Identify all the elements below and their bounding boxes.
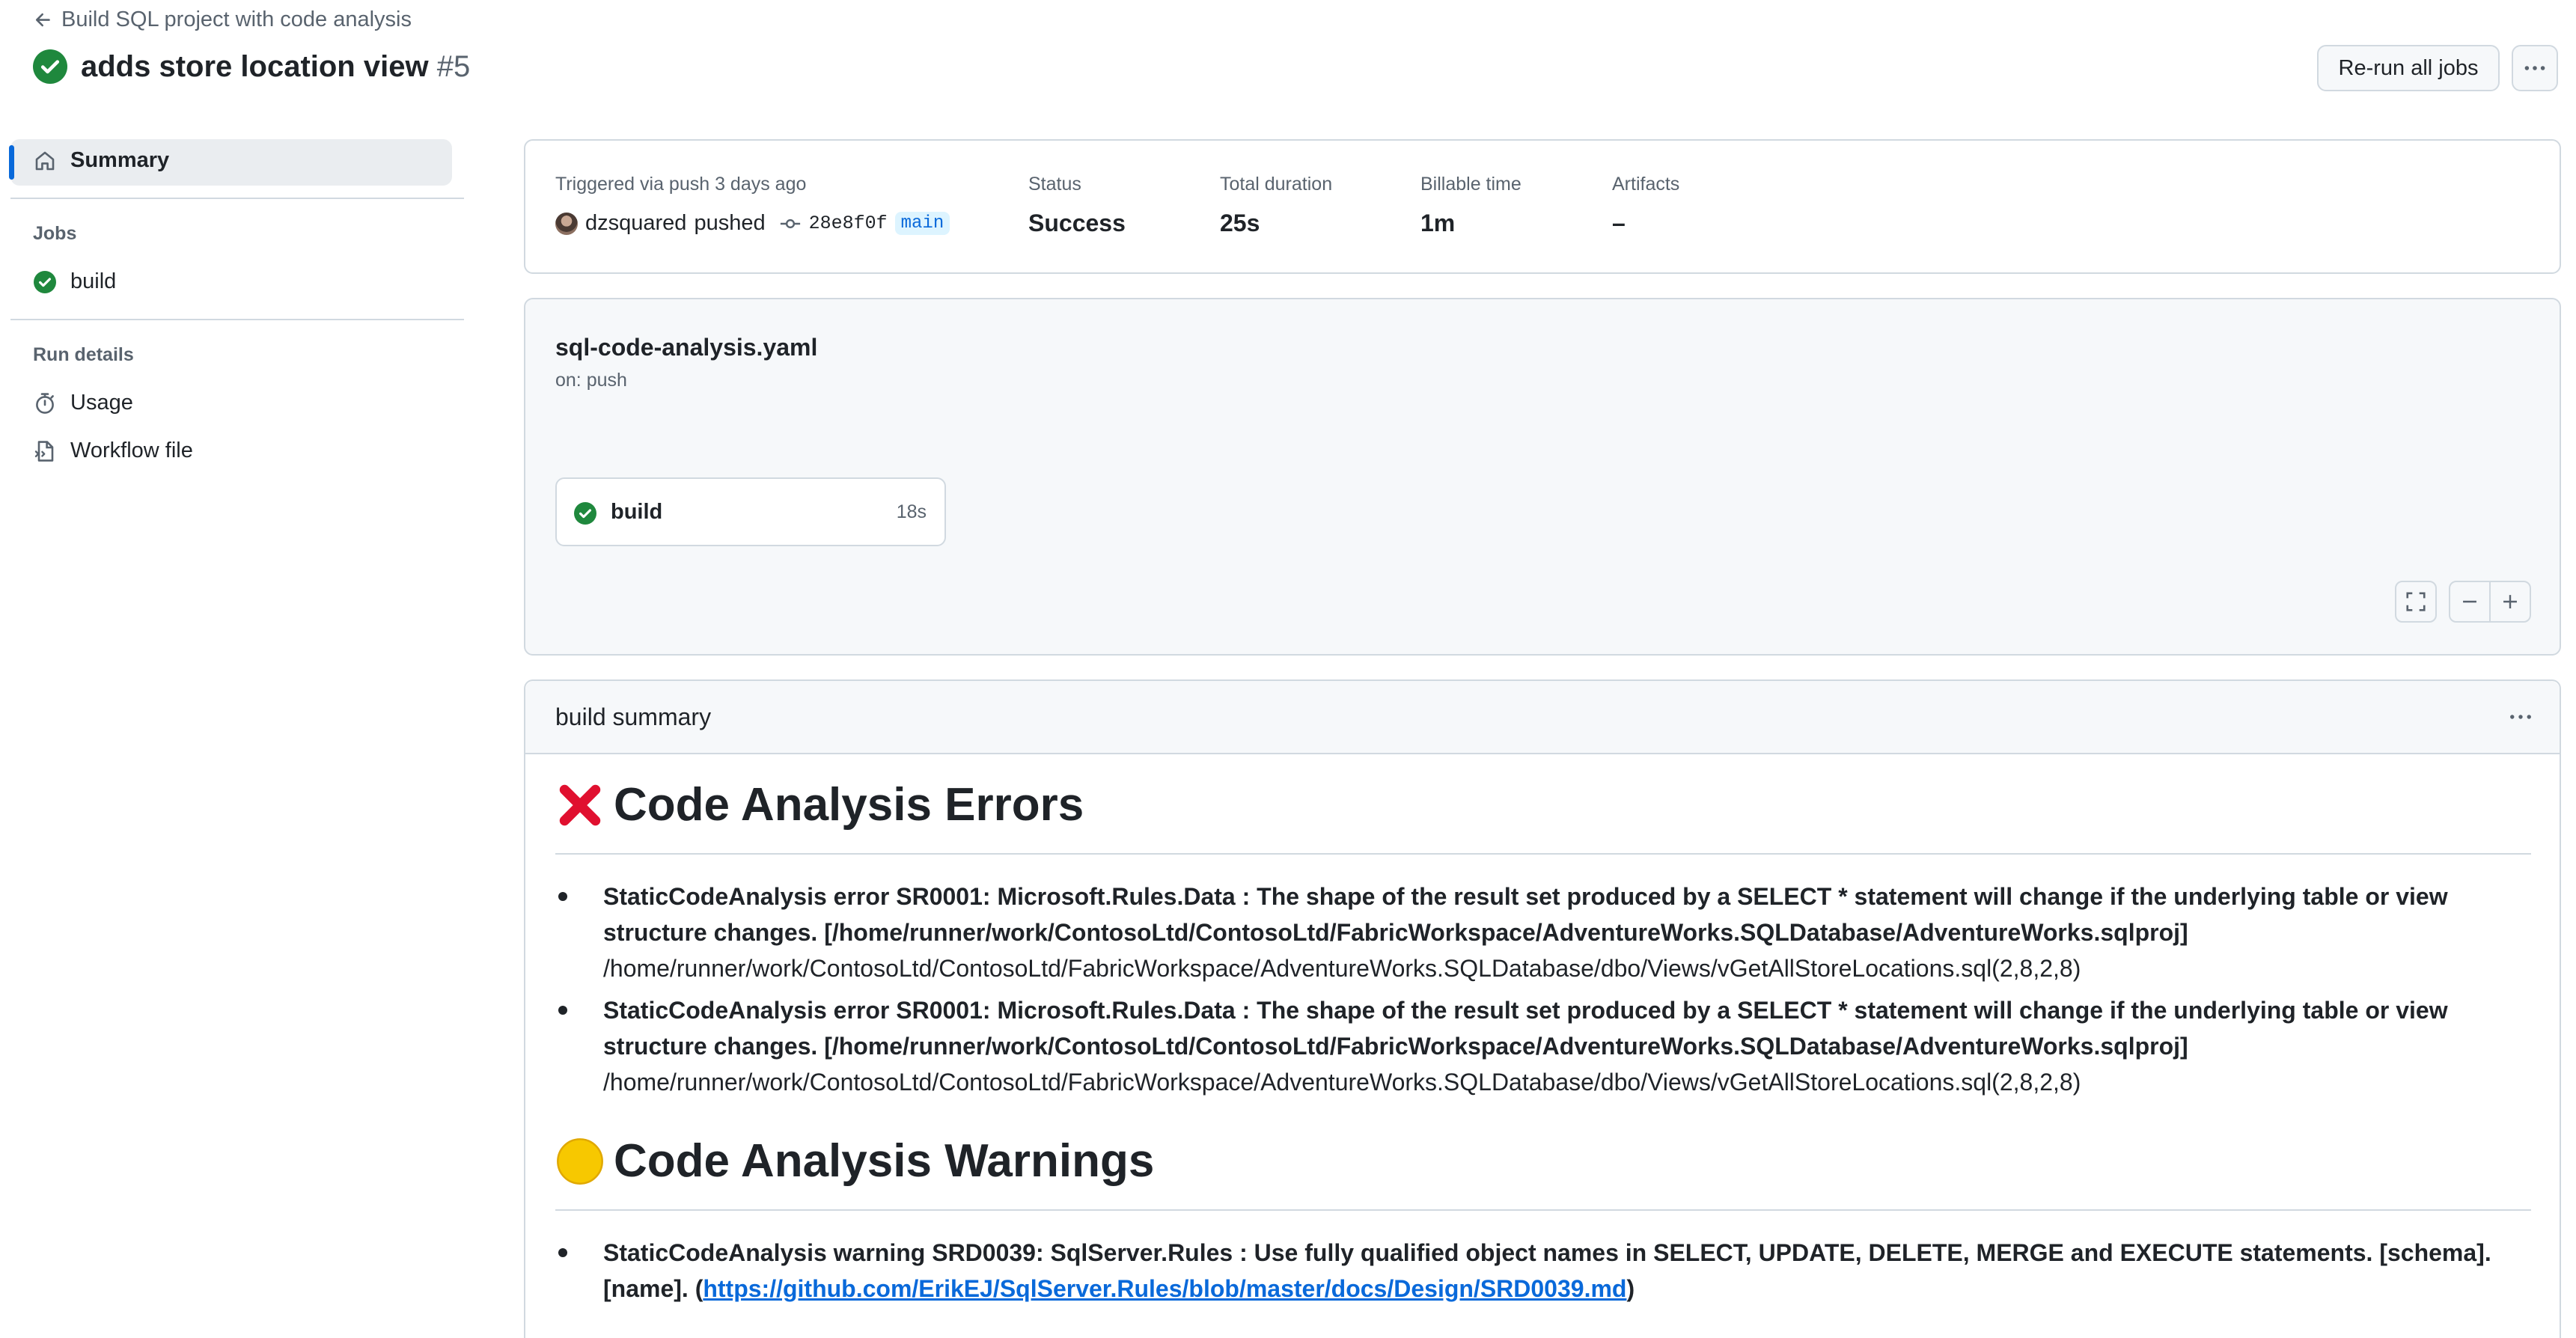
screen-full-icon bbox=[2406, 592, 2426, 611]
artifacts-value: – bbox=[1612, 210, 1626, 236]
warnings-heading-text: Code Analysis Warnings bbox=[614, 1135, 1155, 1187]
build-summary-card: build summary Code Analysis Errors Stati… bbox=[524, 679, 2561, 1338]
heading-divider bbox=[555, 1209, 2531, 1211]
sidebar-item-build[interactable]: build bbox=[33, 269, 116, 294]
bullet-dot bbox=[558, 892, 567, 901]
sidebar-divider bbox=[10, 319, 464, 320]
bullet-dot bbox=[558, 1248, 567, 1257]
yellow-circle-icon bbox=[557, 1137, 603, 1185]
bullet-dot bbox=[558, 1006, 567, 1015]
sidebar-item-usage[interactable]: Usage bbox=[33, 391, 133, 415]
sidebar-item-label: Usage bbox=[70, 391, 133, 415]
status-label: Status bbox=[1028, 174, 1081, 195]
fullscreen-button[interactable] bbox=[2395, 581, 2437, 623]
arrow-left-icon bbox=[35, 13, 50, 26]
stopwatch-icon bbox=[36, 392, 54, 414]
warning-tail: ) bbox=[1626, 1275, 1635, 1302]
actor-name[interactable]: dzsquared bbox=[585, 211, 686, 236]
trigger-action: pushed bbox=[694, 211, 766, 235]
trigger-detail: dzsquared pushed 28e8f0f main bbox=[555, 211, 950, 236]
more-options-button[interactable] bbox=[2512, 45, 2558, 91]
heading-divider bbox=[555, 853, 2531, 855]
duration-label: Total duration bbox=[1220, 174, 1333, 195]
check-circle-icon bbox=[33, 49, 67, 84]
billable-label: Billable time bbox=[1420, 174, 1522, 195]
trigger-label: Triggered via push 3 days ago bbox=[555, 174, 807, 195]
check-circle-icon bbox=[574, 502, 596, 525]
sidebar-active-indicator bbox=[9, 145, 14, 180]
page-title: adds store location view #5 bbox=[33, 49, 470, 84]
sidebar-item-label: Workflow file bbox=[70, 439, 193, 462]
list-item: StaticCodeAnalysis error SR0001: Microso… bbox=[603, 992, 2534, 1100]
summary-title: build summary bbox=[555, 703, 712, 730]
plus-icon bbox=[2503, 595, 2517, 608]
home-icon bbox=[35, 151, 55, 170]
zoom-in-button[interactable] bbox=[2489, 581, 2531, 623]
error-message: StaticCodeAnalysis error SR0001: Microso… bbox=[603, 997, 2448, 1060]
duration-value: 25s bbox=[1220, 210, 1260, 236]
error-message: StaticCodeAnalysis error SR0001: Microso… bbox=[603, 883, 2448, 946]
artifacts-label: Artifacts bbox=[1612, 174, 1680, 195]
summary-menu-button[interactable] bbox=[2501, 697, 2540, 736]
job-duration: 18s bbox=[896, 501, 927, 522]
rerun-all-jobs-button[interactable]: Re-run all jobs bbox=[2317, 45, 2500, 91]
run-title: adds store location view bbox=[81, 49, 429, 83]
sidebar-item-summary[interactable]: Summary bbox=[33, 148, 169, 173]
errors-heading: Code Analysis Errors bbox=[555, 778, 1084, 831]
file-code-icon bbox=[34, 440, 54, 462]
cross-mark-icon bbox=[559, 784, 601, 825]
sidebar-divider bbox=[10, 198, 464, 199]
list-item: StaticCodeAnalysis error SR0001: Microso… bbox=[603, 879, 2534, 986]
zoom-out-button[interactable] bbox=[2449, 581, 2491, 623]
job-name: build bbox=[611, 500, 663, 524]
commit-sha[interactable]: 28e8f0f bbox=[809, 213, 888, 234]
avatar bbox=[555, 212, 578, 235]
kebab-horizontal-icon bbox=[2524, 66, 2545, 70]
sidebar-heading-run-details: Run details bbox=[33, 344, 134, 365]
sidebar-heading-jobs: Jobs bbox=[33, 223, 77, 244]
billable-value[interactable]: 1m bbox=[1420, 210, 1455, 237]
rule-doc-link[interactable]: https://github.com/ErikEJ/SqlServer.Rule… bbox=[703, 1275, 1626, 1302]
warnings-heading: Code Analysis Warnings bbox=[555, 1134, 1154, 1188]
dash-icon bbox=[2463, 600, 2476, 603]
workflow-trigger: on: push bbox=[555, 370, 627, 391]
sidebar-item-label: build bbox=[70, 269, 117, 293]
back-link[interactable]: Build SQL project with code analysis bbox=[33, 7, 412, 32]
kebab-horizontal-icon bbox=[2510, 715, 2531, 719]
workflow-graph-card: sql-code-analysis.yaml on: push build 18… bbox=[524, 298, 2561, 656]
error-path: /home/runner/work/ContosoLtd/ContosoLtd/… bbox=[603, 955, 2081, 982]
run-number: #5 bbox=[436, 49, 471, 83]
workflow-file-name: sql-code-analysis.yaml bbox=[555, 334, 818, 361]
sidebar-item-workflow-file[interactable]: Workflow file bbox=[33, 439, 193, 463]
back-link-label: Build SQL project with code analysis bbox=[61, 7, 412, 31]
git-commit-icon bbox=[780, 219, 800, 228]
branch-badge[interactable]: main bbox=[894, 212, 950, 235]
job-node-build[interactable]: build 18s bbox=[555, 477, 946, 546]
run-info-card: Triggered via push 3 days ago dzsquared … bbox=[524, 139, 2561, 274]
summary-header bbox=[525, 681, 2560, 754]
list-item: StaticCodeAnalysis warning SRD0039: SqlS… bbox=[603, 1235, 2534, 1307]
status-value: Success bbox=[1028, 210, 1126, 236]
error-path: /home/runner/work/ContosoLtd/ContosoLtd/… bbox=[603, 1069, 2081, 1096]
sidebar-item-label: Summary bbox=[70, 148, 170, 172]
errors-heading-text: Code Analysis Errors bbox=[614, 779, 1084, 831]
check-circle-icon bbox=[34, 270, 56, 293]
